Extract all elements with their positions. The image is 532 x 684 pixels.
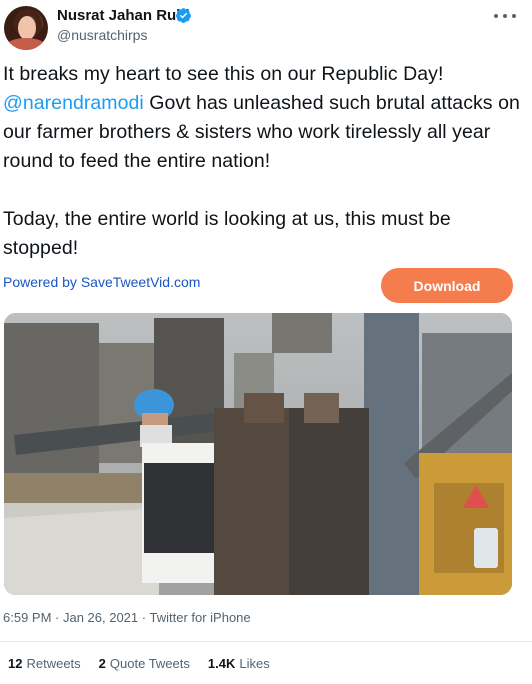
tweet-text: It breaks my heart to see this on our Re…: [3, 60, 525, 263]
author-handle[interactable]: @nusratchirps: [57, 27, 147, 43]
tweet-paragraph: Today, the entire world is looking at us…: [3, 208, 451, 259]
verified-badge-icon: [176, 8, 191, 23]
source-link[interactable]: Twitter for iPhone: [149, 610, 250, 625]
video-frame-illustration: [4, 313, 512, 595]
more-horizontal-icon[interactable]: [494, 8, 516, 24]
powered-by-link[interactable]: Powered by SaveTweetVid.com: [3, 274, 200, 290]
engagement-stats: 12 Retweets 2 Quote Tweets 1.4K Likes: [8, 656, 288, 671]
meta-separator: ·: [138, 610, 150, 625]
likes-stat[interactable]: 1.4K Likes: [208, 656, 270, 671]
tweet-text-line: It breaks my heart to see this on our Re…: [3, 63, 444, 85]
tweet-meta: 6:59 PM · Jan 26, 2021 · Twitter for iPh…: [3, 610, 251, 625]
mention-link[interactable]: @narendramodi: [3, 92, 144, 114]
timestamp-link[interactable]: 6:59 PM · Jan 26, 2021: [3, 610, 138, 625]
author-avatar[interactable]: [4, 6, 48, 50]
tweet-card: Nusrat Jahan Ruhi @nusratchirps It break…: [0, 0, 532, 684]
divider: [0, 641, 532, 642]
quote-tweets-stat[interactable]: 2 Quote Tweets: [99, 656, 190, 671]
tweet-paragraph: It breaks my heart to see this on our Re…: [3, 60, 525, 176]
download-button[interactable]: Download: [381, 268, 513, 303]
retweets-stat[interactable]: 12 Retweets: [8, 656, 81, 671]
tweet-video-thumbnail[interactable]: [4, 313, 512, 595]
author-name[interactable]: Nusrat Jahan Ruhi: [57, 7, 190, 24]
